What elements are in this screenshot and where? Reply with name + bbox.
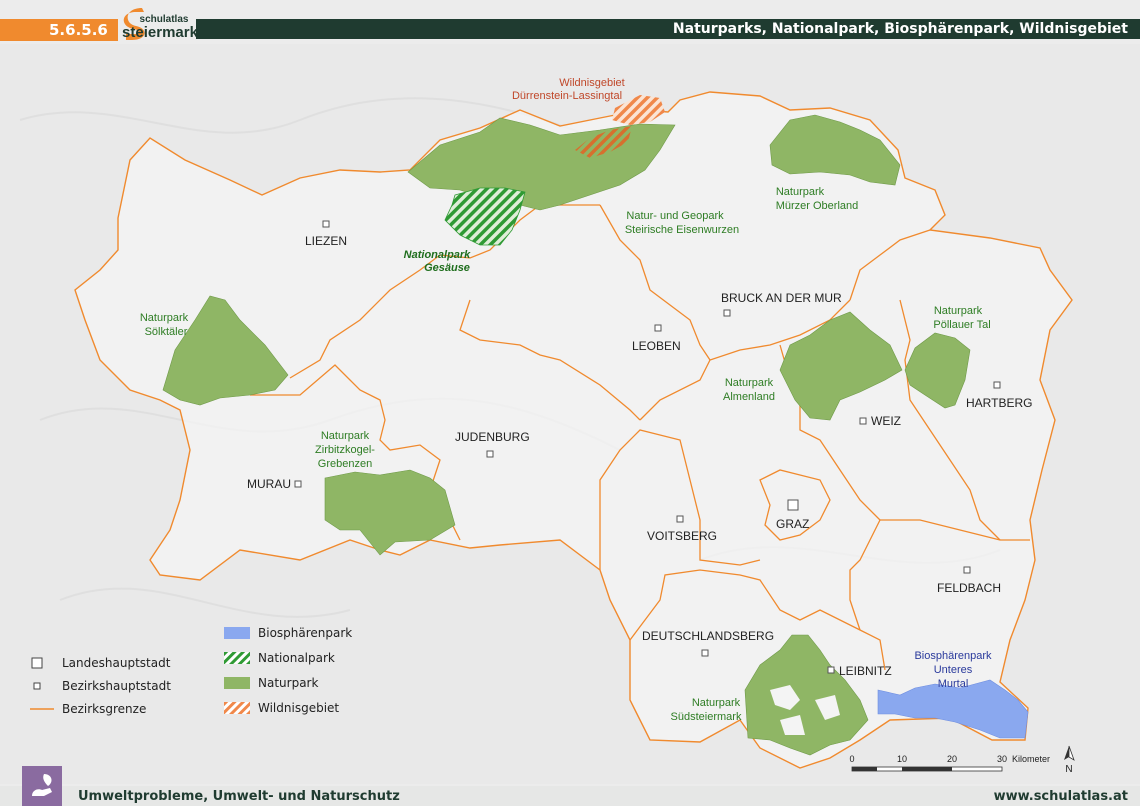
city-label-feldbach: FELDBACH	[937, 581, 1001, 595]
scale-tick-0: 0	[849, 754, 854, 764]
city-label-liezen: LIEZEN	[305, 234, 347, 248]
voitsberg-marker	[676, 515, 684, 523]
label-suedsteier-1: Naturpark	[692, 697, 741, 709]
legend-label: Bezirkshauptstadt	[62, 679, 171, 693]
scale-unit: Kilometer	[1012, 754, 1050, 764]
label-soelktaeler-2: Sölktäler	[145, 326, 188, 338]
city-label-voitsberg: VOITSBERG	[647, 529, 717, 543]
label-soelktaeler-1: Naturpark	[140, 312, 189, 324]
hartberg-marker	[993, 381, 1001, 389]
city-label-graz: GRAZ	[776, 517, 809, 531]
green-hatch-swatch-icon	[224, 652, 250, 664]
city-label-leibnitz: LEIBNITZ	[839, 664, 892, 678]
environment-topic-icon	[22, 766, 62, 806]
weiz-marker	[859, 417, 867, 425]
city-label-bruck: BRUCK AN DER MUR	[721, 291, 842, 305]
scale-tick-30: 30	[997, 754, 1007, 764]
north-label: N	[1065, 764, 1072, 775]
label-zirbitz-2: Zirbitzkogel-	[315, 444, 375, 456]
label-gesaeuse-2: Gesäuse	[424, 262, 470, 274]
city-label-leoben: LEOBEN	[632, 339, 681, 353]
leibnitz-marker	[827, 666, 835, 674]
leoben-marker	[654, 324, 662, 332]
orange-hatch-swatch-icon	[224, 702, 250, 714]
blue-swatch-icon	[224, 627, 250, 639]
label-almenland-2: Almenland	[723, 391, 775, 403]
label-poellauer-1: Naturpark	[934, 305, 983, 317]
logo-text-bottom: steiermark	[122, 24, 196, 41]
scale-tick-10: 10	[897, 754, 907, 764]
footer-website-link[interactable]: www.schulatlas.at	[994, 789, 1128, 804]
label-biosphaere-1: Biosphärenpark	[914, 650, 992, 662]
legend-label: Bezirksgrenze	[62, 702, 147, 716]
label-biosphaere-2: Unteres	[934, 664, 973, 676]
bruck-marker	[723, 309, 731, 317]
city-label-dlb: DEUTSCHLANDSBERG	[642, 629, 774, 643]
label-gesaeuse-1: Nationalpark	[404, 249, 472, 261]
feldbach-marker	[963, 566, 971, 574]
orange-line-icon	[30, 708, 54, 710]
city-label-weiz: WEIZ	[871, 414, 901, 428]
label-zirbitz-3: Grebenzen	[318, 458, 372, 470]
city-label-hartberg: HARTBERG	[966, 396, 1032, 410]
city-label-murau: MURAU	[247, 477, 291, 491]
label-eisenwurzen-1: Natur- und Geopark	[626, 210, 724, 222]
legend-label: Naturpark	[258, 676, 319, 690]
square-large-icon	[31, 657, 43, 669]
label-suedsteier-2: Südsteiermark	[671, 711, 742, 723]
header: 5.6.5.6 schulatlas steiermark Naturparks…	[0, 0, 1140, 48]
label-poellauer-2: Pöllauer Tal	[933, 319, 990, 331]
legend-label: Biosphärenpark	[258, 626, 353, 640]
judenburg-marker	[486, 450, 494, 458]
label-wildnis-2: Dürrenstein-Lassingtal	[512, 90, 622, 102]
label-biosphaere-3: Murtal	[938, 678, 969, 690]
scale-tick-20: 20	[947, 754, 957, 764]
city-label-judenburg: JUDENBURG	[455, 430, 530, 444]
legend-label: Nationalpark	[258, 651, 335, 665]
square-small-icon	[33, 682, 41, 690]
section-number: 5.6.5.6	[0, 19, 118, 41]
label-muerzer-1: Naturpark	[776, 186, 825, 198]
title-bar: Naturparks, Nationalpark, Biosphärenpark…	[196, 19, 1140, 39]
schulatlas-logo: schulatlas steiermark	[118, 4, 196, 44]
footer-topic: Umweltprobleme, Umwelt- und Naturschutz	[78, 789, 400, 804]
label-zirbitz-1: Naturpark	[321, 430, 370, 442]
label-wildnis-1: Wildnisgebiet	[559, 77, 624, 89]
graz-marker	[787, 499, 799, 511]
murau-marker	[294, 480, 302, 488]
dlb-marker	[701, 649, 709, 657]
page-title: Naturparks, Nationalpark, Biosphärenpark…	[672, 21, 1128, 37]
label-almenland-1: Naturpark	[725, 377, 774, 389]
green-swatch-icon	[224, 677, 250, 689]
label-muerzer-2: Mürzer Oberland	[776, 200, 859, 212]
liezen-marker	[322, 220, 330, 228]
legend-label: Wildnisgebiet	[258, 701, 340, 715]
label-eisenwurzen-2: Steirische Eisenwurzen	[625, 224, 739, 236]
map-canvas: LIEZEN LEOBEN BRUCK AN DER MUR JUDENBURG…	[0, 44, 1140, 784]
legend-label: Landeshauptstadt	[62, 656, 171, 670]
